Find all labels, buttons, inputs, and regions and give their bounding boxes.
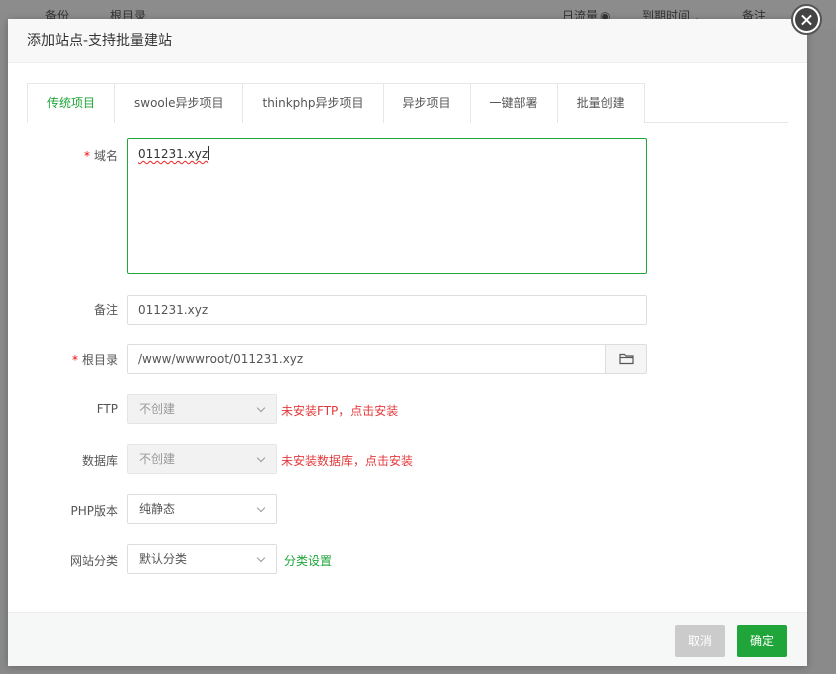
site-category-select[interactable]: 默认分类 xyxy=(127,544,277,574)
modal-footer: 取消 确定 xyxy=(8,612,807,666)
ftp-install-link[interactable]: 未安装FTP，点击安装 xyxy=(281,402,398,419)
root-path-input[interactable]: /www/wwwroot/011231.xyz xyxy=(127,344,606,374)
tab-swoole[interactable]: swoole异步项目 xyxy=(114,84,242,123)
cancel-button[interactable]: 取消 xyxy=(675,625,725,657)
chevron-down-icon xyxy=(256,453,266,463)
folder-picker-button[interactable] xyxy=(605,344,647,374)
database-install-link[interactable]: 未安装数据库，点击安装 xyxy=(281,452,413,469)
root-label: * 根目录 xyxy=(71,353,118,367)
text-caret xyxy=(208,146,210,160)
site-category-label: 网站分类 xyxy=(69,554,118,568)
add-site-modal: 添加站点-支持批量建站 传统项目 swoole异步项目 thinkphp异步项目… xyxy=(8,19,807,666)
chevron-down-icon xyxy=(256,553,266,563)
close-modal-button[interactable] xyxy=(791,4,822,35)
close-icon xyxy=(795,8,818,31)
confirm-button[interactable]: 确定 xyxy=(737,625,787,657)
php-version-select[interactable]: 纯静态 xyxy=(127,494,277,524)
database-select: 不创建 xyxy=(127,444,277,474)
ftp-select: 不创建 xyxy=(127,394,277,424)
tab-async[interactable]: 异步项目 xyxy=(382,84,470,123)
chevron-down-icon xyxy=(256,503,266,513)
folder-icon xyxy=(619,353,634,365)
tab-one-click-deploy[interactable]: 一键部署 xyxy=(469,84,557,123)
tab-thinkphp[interactable]: thinkphp异步项目 xyxy=(242,84,382,123)
ftp-label: FTP xyxy=(96,402,118,416)
chevron-down-icon xyxy=(256,403,266,413)
database-label: 数据库 xyxy=(81,454,118,468)
category-settings-link[interactable]: 分类设置 xyxy=(284,552,332,569)
tab-traditional[interactable]: 传统项目 xyxy=(28,84,115,124)
domain-textarea[interactable]: 011231.xyz xyxy=(127,138,647,274)
php-version-label: PHP版本 xyxy=(70,504,119,518)
remark-label: 备注 xyxy=(93,303,118,317)
modal-title: 添加站点-支持批量建站 xyxy=(8,19,807,63)
domain-label: * 域名 xyxy=(83,149,118,163)
tab-batch-create[interactable]: 批量创建 xyxy=(556,84,644,123)
project-tabs: 传统项目 swoole异步项目 thinkphp异步项目 异步项目 一键部署 批… xyxy=(27,83,788,124)
remark-input[interactable]: 011231.xyz xyxy=(127,295,647,325)
